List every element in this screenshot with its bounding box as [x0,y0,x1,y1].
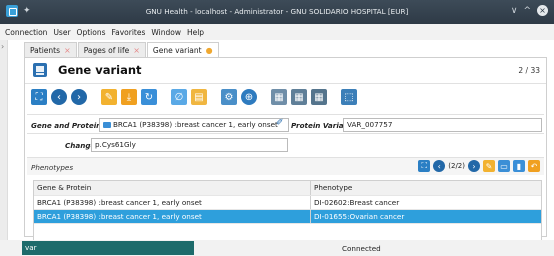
gene-protein-label: Gene and Protein: [31,121,105,130]
new-record-icon[interactable]: ✎ [483,160,495,172]
protein-variant-value: VAR_007757 [347,120,393,129]
delete-icon[interactable]: ▮ [513,160,525,172]
menu-bar: Connection User Options Favorites Window… [0,24,554,40]
save-icon[interactable]: ⤓ [121,89,137,105]
menu-connection[interactable]: Connection [5,28,47,37]
page-title: Gene variant [58,63,142,77]
global-search-input[interactable]: var [22,241,194,255]
phenotypes-toolbar: ⛶ ‹ (2/2) › ✎ ▭ ▮ ↶ [418,160,540,172]
action-icon[interactable]: ⚙ [221,89,237,105]
cell-phenotype: DI-02602:Breast cancer [314,198,400,207]
status-bar: var Connected [0,240,554,256]
close-window-icon[interactable]: × [537,5,548,16]
tab-close-icon[interactable]: × [133,46,140,55]
gene-protein-field[interactable]: BRCA1 (P38398) :breast cancer 1, early o… [99,118,289,132]
menu-window[interactable]: Window [151,28,181,37]
change-field[interactable]: p.Cys61Gly [91,138,288,152]
menu-favorites[interactable]: Favorites [112,28,146,37]
previous-record-icon[interactable]: ‹ [51,89,67,105]
open-folder-icon[interactable]: ▭ [498,160,510,172]
copy-url-icon[interactable]: ⬚ [341,89,357,105]
tab-label: Patients [30,45,61,55]
menu-help[interactable]: Help [187,28,204,37]
undo-icon[interactable]: ↶ [528,160,540,172]
cell-phenotype: DI-01655:Ovarian cancer [314,212,405,221]
table-row[interactable]: BRCA1 (P38398) :breast cancer 1, early o… [34,196,541,210]
record-counter: 2 / 33 [518,66,540,75]
cell-gene-protein: BRCA1 (P38398) :breast cancer 1, early o… [34,210,311,223]
reload-icon[interactable]: ↻ [141,89,157,105]
change-row: Change: p.Cys61Gly [27,135,544,155]
tab-close-icon[interactable]: ● [206,46,213,55]
cell-gene-protein: BRCA1 (P38398) :breast cancer 1, early o… [34,196,311,209]
column-header-phenotype[interactable]: Phenotype [311,181,543,195]
attachment-icon[interactable]: ∅ [171,89,187,105]
next-record-icon[interactable]: › [71,89,87,105]
next-record-icon[interactable]: › [468,160,480,172]
gene-protein-value: BRCA1 (P38398) :breast cancer 1, early o… [113,120,278,129]
table-header-row: Gene & Protein Phenotype [34,181,541,196]
switch-view-icon[interactable]: ⛶ [418,160,431,172]
chevron-right-icon: › [1,42,5,51]
tab-close-icon[interactable]: × [64,46,71,55]
window-titlebar: ✦ GNU Health - localhost - Administrator… [0,0,554,24]
switch-view-icon[interactable]: ⛶ [31,89,47,105]
report-icon[interactable]: ▦ [271,89,287,105]
maximize-icon[interactable]: ^ [523,6,531,16]
sidebar-toggle[interactable]: › [0,40,8,240]
column-header-gene-protein[interactable]: Gene & Protein [34,181,311,195]
note-icon[interactable]: ▤ [191,89,207,105]
protein-variant-field[interactable]: VAR_007757 [343,118,542,132]
previous-record-icon[interactable]: ‹ [433,160,446,172]
phenotypes-label: Phenotypes [31,163,74,172]
tab-patients[interactable]: Patients × [24,42,77,57]
relate-icon[interactable]: ⊕ [241,89,257,105]
form-icon [33,63,47,77]
table-row[interactable]: BRCA1 (P38398) :breast cancer 1, early o… [34,210,541,224]
form-view: Gene variant 2 / 33 ⛶ ‹ › ✎ ⤓ ↻ ∅ ▤ ⚙ ⊕ … [24,57,547,247]
tab-bar: Patients × Pages of life × Gene variant … [24,42,220,57]
menu-user[interactable]: User [53,28,70,37]
view-header: Gene variant 2 / 33 [25,58,546,84]
print-icon[interactable]: ▦ [311,89,327,105]
phenotypes-header: Phenotypes ⛶ ‹ (2/2) › ✎ ▭ ▮ ↶ [27,157,544,175]
minimize-icon[interactable]: ∨ [511,6,518,16]
phenotypes-record-count: (2/2) [448,162,465,170]
folder-icon [103,122,111,128]
toolbar: ⛶ ‹ › ✎ ⤓ ↻ ∅ ▤ ⚙ ⊕ ▦ ▦ ▦ ⬚ [31,88,357,106]
email-icon[interactable]: ▦ [291,89,307,105]
connection-status: Connected [342,244,381,253]
phenotypes-table: Gene & Protein Phenotype BRCA1 (P38398) … [33,180,542,247]
tab-pages-of-life[interactable]: Pages of life × [77,42,146,57]
tab-gene-variant[interactable]: Gene variant ● [146,42,219,57]
window-title: GNU Health - localhost - Administrator -… [145,7,409,16]
tab-label: Gene variant [152,45,202,55]
tab-label: Pages of life [83,45,130,55]
change-value: p.Cys61Gly [95,140,136,149]
menu-options[interactable]: Options [77,28,106,37]
gene-fields-row: Gene and Protein: BRCA1 (P38398) :breast… [27,114,544,134]
edit-pencil-icon[interactable]: ✐ [276,118,284,128]
new-record-icon[interactable]: ✎ [101,89,117,105]
